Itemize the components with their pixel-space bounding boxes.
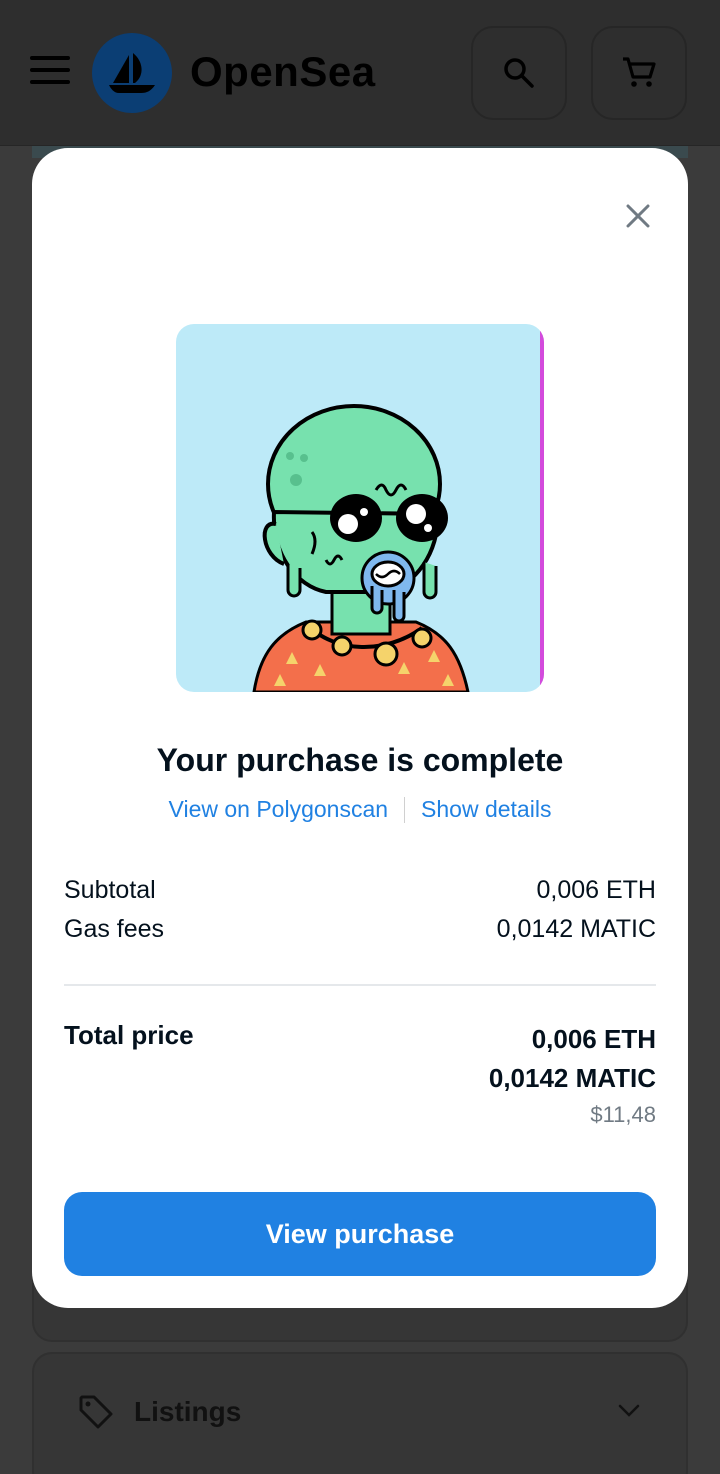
dialog-title: Your purchase is complete [156, 742, 564, 778]
listings-section[interactable]: Listings [32, 1352, 688, 1474]
total-usd-value: $11,48 [590, 1102, 656, 1127]
tag-icon [79, 1395, 113, 1429]
dialog-links: View on Polygonscan Show details [32, 796, 688, 823]
subtotal-row: Subtotal 0,006 ETH [64, 876, 656, 905]
gas-fees-value: 0,0142 MATIC [496, 915, 656, 943]
chevron-down-icon [618, 1404, 640, 1417]
link-separator [404, 796, 406, 823]
menu-icon[interactable] [30, 56, 70, 88]
subtotal-value: 0,006 ETH [536, 876, 656, 904]
brand-name[interactable]: OpenSea [190, 48, 376, 96]
subtotal-label: Subtotal [64, 876, 156, 904]
gas-fees-label: Gas fees [64, 915, 165, 943]
total-price-values: 0,006 ETH 0,0142 MATIC $11,48 [489, 1020, 656, 1128]
total-matic-value: 0,0142 MATIC [488, 1063, 656, 1093]
search-button[interactable] [471, 26, 567, 120]
listings-label: Listings [134, 1396, 242, 1427]
total-price-label: Total price [64, 1020, 194, 1050]
purchase-complete-dialog: Your purchase is complete View on Polygo… [32, 148, 688, 1308]
close-icon [626, 204, 650, 228]
show-details-link[interactable]: Show details [421, 796, 551, 823]
close-button[interactable] [620, 198, 656, 234]
opensea-logo[interactable] [92, 33, 172, 113]
top-nav-bar: OpenSea [0, 0, 720, 146]
gas-fees-row: Gas fees 0,0142 MATIC [64, 915, 656, 944]
cart-icon [623, 57, 656, 87]
view-on-polygonscan-link[interactable]: View on Polygonscan [169, 796, 389, 823]
search-icon [504, 58, 534, 88]
divider [64, 984, 656, 986]
view-purchase-button[interactable]: View purchase [64, 1192, 656, 1276]
total-eth-value: 0,006 ETH [531, 1024, 656, 1054]
cart-button[interactable] [591, 26, 687, 120]
nft-image [176, 324, 544, 692]
